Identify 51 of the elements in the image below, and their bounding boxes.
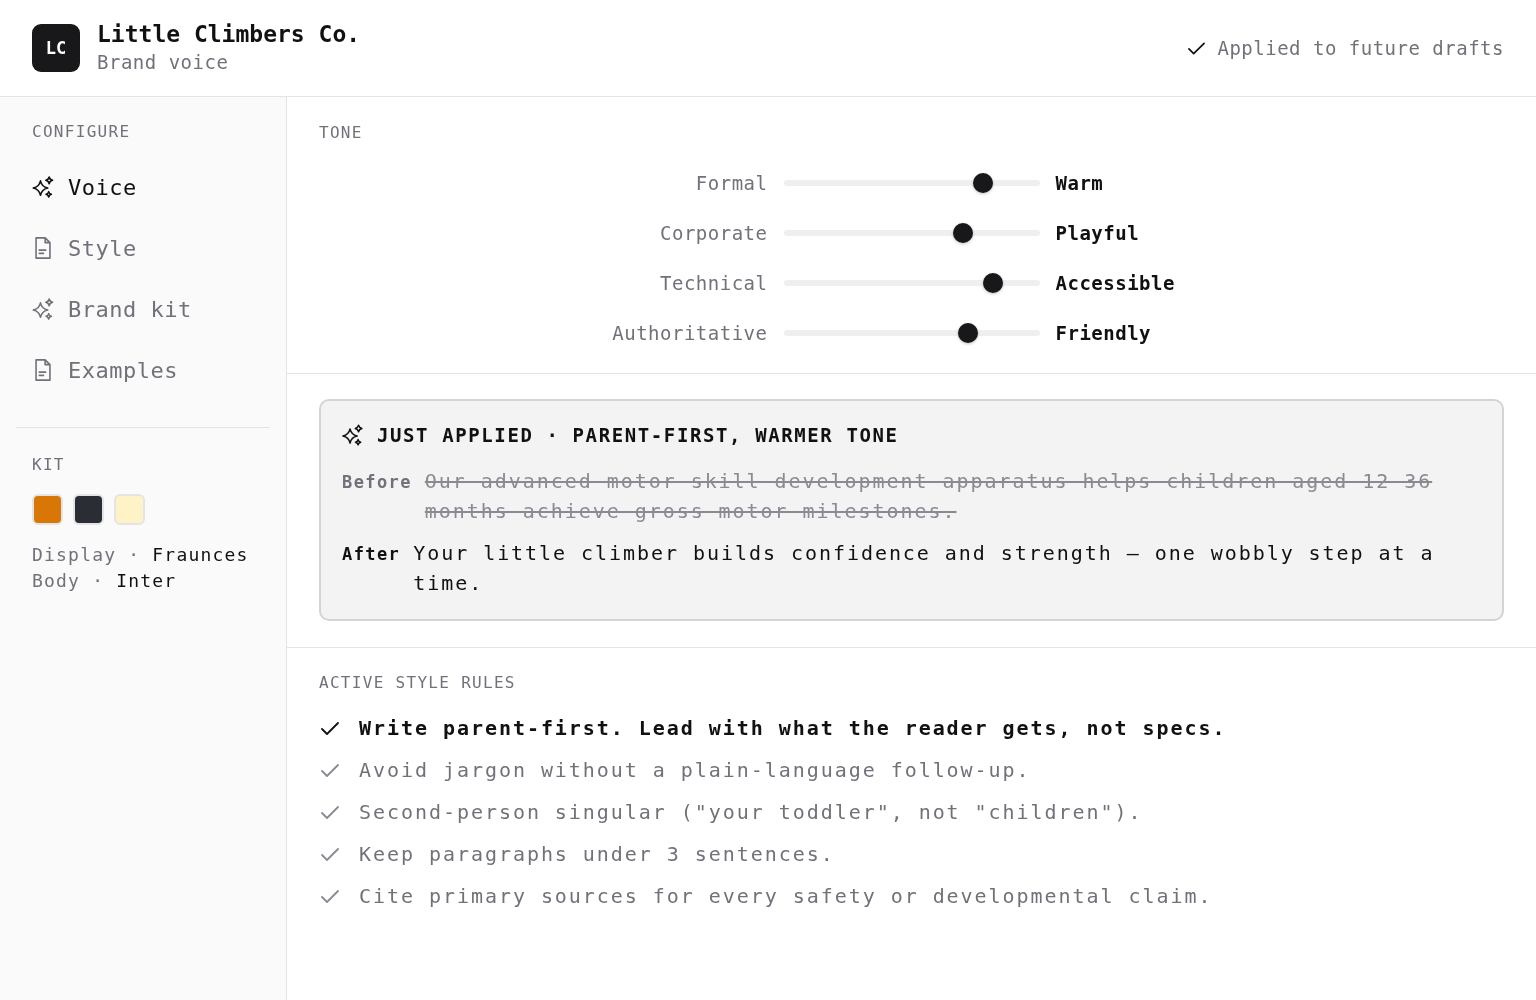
font-role: Display bbox=[32, 543, 117, 567]
check-icon bbox=[1188, 41, 1206, 55]
nav-item[interactable]: Voice bbox=[16, 164, 153, 210]
separator-dot: · bbox=[128, 543, 141, 567]
font-role: Body bbox=[32, 569, 81, 593]
sparkles-icon bbox=[32, 176, 54, 198]
font-name: Fraunces bbox=[152, 543, 249, 567]
slider-left-label: Formal bbox=[695, 172, 768, 194]
rule-text: Cite primary sources for every safety or developmental claim. bbox=[359, 884, 1213, 908]
slider-thumb[interactable] bbox=[952, 223, 973, 243]
rule-text: Second-person singular ("your toddler", not "children"). bbox=[359, 800, 1143, 824]
separator-dot: · bbox=[92, 569, 105, 593]
slider-right-label: Warm bbox=[1055, 172, 1104, 194]
nav-item[interactable]: Examples bbox=[16, 347, 194, 393]
check-icon bbox=[321, 763, 339, 777]
section-heading: CONFIGURE bbox=[31, 122, 132, 142]
sparkles-icon bbox=[342, 424, 363, 446]
nav-item[interactable]: Brand kit bbox=[16, 286, 208, 332]
font-name: Inter bbox=[116, 569, 177, 593]
slider-right-label: Friendly bbox=[1055, 322, 1151, 344]
slider-thumb[interactable] bbox=[973, 173, 994, 193]
brand-logo: LC bbox=[32, 24, 80, 72]
slider-thumb[interactable] bbox=[957, 323, 978, 343]
company-name: Little Climbers Co. bbox=[97, 22, 361, 46]
rule-text: Write parent-first. Lead with what the reader gets, not specs. bbox=[359, 716, 1227, 740]
sparkles-icon bbox=[32, 298, 54, 320]
slider-left-label: Corporate bbox=[660, 222, 768, 244]
slider-left-label: Technical bbox=[660, 272, 768, 294]
slider-thumb[interactable] bbox=[983, 273, 1004, 293]
check-icon bbox=[321, 847, 339, 861]
section-heading: TONE bbox=[319, 123, 364, 143]
after-label: After bbox=[342, 543, 401, 566]
check-icon bbox=[321, 805, 339, 819]
card-title: JUST APPLIED · PARENT-FIRST, WARMER TONE bbox=[377, 423, 899, 447]
after-text: Your little climber builds confidence and strength — one wobbly step at a time. bbox=[413, 540, 1436, 597]
section-heading: KIT bbox=[31, 455, 66, 475]
before-label: Before bbox=[342, 471, 412, 494]
page-subtitle: Brand voice bbox=[97, 50, 230, 74]
check-icon bbox=[321, 721, 339, 735]
slider-right-label: Accessible bbox=[1055, 272, 1175, 294]
document-icon bbox=[32, 237, 54, 259]
check-icon bbox=[321, 889, 339, 903]
slider-left-label: Authoritative bbox=[612, 322, 768, 344]
before-text: Our advanced motor-skill development apparatus helps children aged 12-36 months achieve gross-motor milestones. bbox=[424, 468, 1434, 525]
nav-item[interactable]: Style bbox=[16, 225, 153, 271]
section-heading: ACTIVE STYLE RULES bbox=[319, 673, 517, 693]
slider-right-label: Playful bbox=[1055, 222, 1140, 244]
rule-text: Avoid jargon without a plain-language follow-up. bbox=[359, 758, 1031, 782]
document-icon bbox=[32, 359, 54, 381]
status-text: Applied to future drafts bbox=[1217, 36, 1504, 60]
rule-text: Keep paragraphs under 3 sentences. bbox=[359, 842, 835, 866]
